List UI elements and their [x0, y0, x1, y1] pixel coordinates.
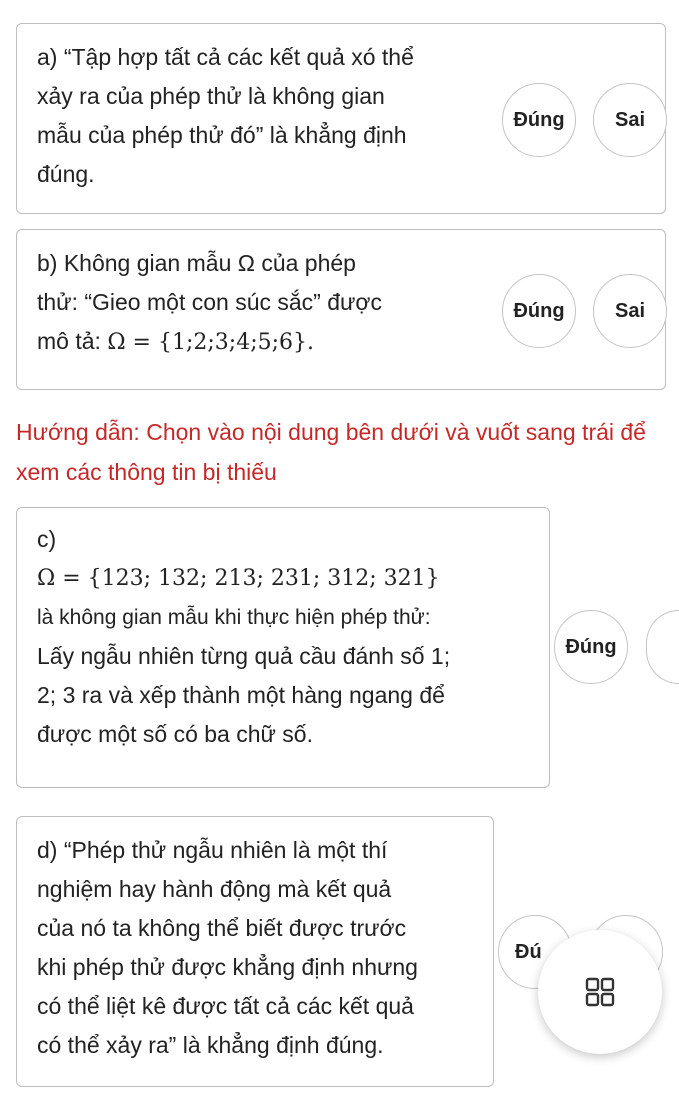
statement-b-line: thử: “Gieo một con súc sắc” được [37, 289, 382, 315]
sample-space-formula: Ω = {1;2;3;4;5;6}. [107, 330, 315, 355]
statement-d-text: d) “Phép thử ngẫu nhiên là một thí nghiệ… [37, 831, 418, 1065]
statement-a-line: đúng. [37, 161, 95, 187]
statement-card-c[interactable]: c) Ω = {123; 132; 213; 231; 312; 321} là… [16, 507, 550, 788]
false-button-c[interactable] [646, 610, 679, 684]
false-button-b[interactable]: Sai [593, 274, 667, 348]
statement-card-b[interactable]: b) Không gian mẫu Ω của phép thử: “Gieo … [16, 229, 667, 390]
guide-text: Hướng dẫn: Chọn vào nội dung bên dưới và… [16, 419, 646, 485]
statement-a-line: a) “Tập hợp tất cả các kết quả xó thể [37, 44, 414, 70]
statement-d-line: có thể xảy ra” là khẳng định đúng. [37, 1032, 384, 1058]
statement-d-line: của nó ta không thể biết được trước [37, 915, 407, 941]
true-button-c[interactable]: Đúng [554, 610, 628, 684]
statement-a-line: xảy ra của phép thử là không gian [37, 83, 385, 109]
true-button-b[interactable]: Đúng [502, 274, 576, 348]
statement-b-prefix: mô tả: [37, 328, 108, 354]
statement-d-line: d) “Phép thử ngẫu nhiên là một thí [37, 837, 388, 863]
false-button-a[interactable]: Sai [593, 83, 667, 157]
statement-card-a[interactable]: a) “Tập hợp tất cả các kết quả xó thể xả… [16, 23, 667, 214]
statement-c-line: là không gian mẫu khi thực hiện phép thử… [37, 606, 431, 629]
statement-b-line: b) Không gian mẫu Ω của phép [37, 250, 356, 276]
statement-card-d[interactable]: d) “Phép thử ngẫu nhiên là một thí nghiệ… [16, 816, 494, 1087]
true-button-a[interactable]: Đúng [502, 83, 576, 157]
statement-d-line: khi phép thử được khẳng định nhưng [37, 954, 418, 980]
statement-c-label: c) [37, 526, 57, 552]
grid-icon [585, 977, 615, 1007]
statement-d-line: nghiệm hay hành động mà kết quả [37, 876, 392, 902]
sample-space-formula: Ω = {123; 132; 213; 231; 312; 321} [37, 566, 440, 591]
statement-b-text: b) Không gian mẫu Ω của phép thử: “Gieo … [37, 244, 382, 362]
statement-d-line: có thể liệt kê được tất cả các kết quả [37, 993, 414, 1019]
statement-c-line: 2; 3 ra và xếp thành một hàng ngang để [37, 682, 445, 708]
statement-b-line: mô tả: Ω = {1;2;3;4;5;6}. [37, 322, 382, 362]
statement-a-line: mẫu của phép thử đó” là khẳng định [37, 122, 407, 148]
menu-fab[interactable] [538, 930, 662, 1054]
statement-c-line: Lấy ngẫu nhiên từng quả cầu đánh số 1; [37, 643, 451, 669]
statement-c-line: được một số có ba chữ số. [37, 721, 313, 747]
statement-a-text: a) “Tập hợp tất cả các kết quả xó thể xả… [37, 38, 414, 194]
statement-c-text: c) Ω = {123; 132; 213; 231; 312; 321} là… [37, 520, 450, 754]
